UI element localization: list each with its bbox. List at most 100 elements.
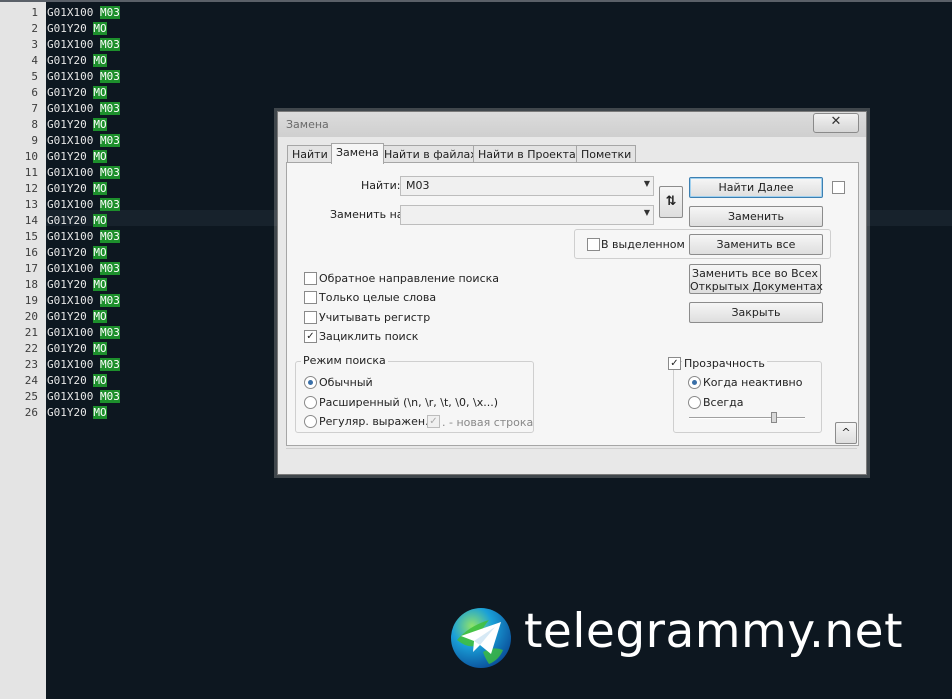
code-text: G01Y20 — [47, 54, 94, 67]
code-line[interactable]: G01X100 M03 — [47, 357, 120, 373]
code-text: G01X100 — [47, 326, 100, 339]
code-line[interactable]: G01Y20 MO — [47, 181, 107, 197]
replace-button[interactable]: Заменить — [689, 206, 823, 227]
line-number: 11 — [24, 166, 38, 179]
whole-words-checkbox[interactable] — [304, 291, 317, 304]
wrap-around-checkbox[interactable]: ✓ — [304, 330, 317, 343]
code-line[interactable]: G01X100 M03 — [47, 293, 120, 309]
replace-all-open-docs-line2: Открытых Документах — [690, 280, 823, 293]
replace-input[interactable]: ▼ — [400, 205, 654, 225]
find-next-extra-checkbox[interactable] — [832, 181, 845, 194]
replace-label: Заменить на: — [330, 208, 408, 221]
wrap-around-label: Зациклить поиск — [319, 330, 419, 343]
code-text: G01Y20 — [47, 342, 94, 355]
code-text: G01X100 — [47, 6, 100, 19]
code-line[interactable]: G01Y20 MO — [47, 309, 107, 325]
line-number: 16 — [24, 246, 38, 259]
code-line[interactable]: G01X100 M03 — [47, 69, 120, 85]
search-mode-extended-label: Расширенный (\n, \r, \t, \0, \x...) — [319, 396, 498, 409]
search-match-highlight: MO — [93, 22, 107, 35]
code-text: G01X100 — [47, 166, 100, 179]
code-line[interactable]: G01X100 M03 — [47, 261, 120, 277]
tab-find-in-projects[interactable]: Найти в Проектах — [473, 145, 588, 163]
code-text: G01Y20 — [47, 310, 94, 323]
line-number: 24 — [24, 374, 38, 387]
find-input[interactable]: M03 ▼ — [400, 176, 654, 196]
code-line[interactable]: G01Y20 MO — [47, 117, 107, 133]
newline-checkbox[interactable]: ✓ — [427, 415, 440, 428]
code-line[interactable]: G01Y20 MO — [47, 85, 107, 101]
code-line[interactable]: G01Y20 MO — [47, 245, 107, 261]
line-number: 15 — [24, 230, 38, 243]
code-line[interactable]: G01Y20 MO — [47, 373, 107, 389]
search-match-highlight: MO — [93, 182, 107, 195]
chevron-down-icon[interactable]: ▼ — [644, 208, 650, 217]
code-line[interactable]: G01X100 M03 — [47, 101, 120, 117]
close-button[interactable]: ✕ — [813, 113, 859, 133]
swap-button[interactable]: ⇅ — [659, 186, 683, 218]
code-text: G01X100 — [47, 230, 100, 243]
code-line[interactable]: G01Y20 MO — [47, 21, 107, 37]
transparency-always-radio[interactable] — [688, 396, 701, 409]
close-dialog-button[interactable]: Закрыть — [689, 302, 823, 323]
code-text: G01Y20 — [47, 278, 94, 291]
code-text: G01Y20 — [47, 182, 94, 195]
replace-all-button[interactable]: Заменить все — [689, 234, 823, 255]
line-number: 10 — [24, 150, 38, 163]
code-line[interactable]: G01X100 M03 — [47, 133, 120, 149]
code-text: G01Y20 — [47, 86, 94, 99]
code-line[interactable]: G01X100 M03 — [47, 197, 120, 213]
code-line[interactable]: G01X100 M03 — [47, 5, 120, 21]
tab-marks[interactable]: Пометки — [576, 145, 637, 163]
code-text: G01X100 — [47, 390, 100, 403]
code-line[interactable]: G01X100 M03 — [47, 325, 120, 341]
tab-find-in-files[interactable]: Найти в файлах — [379, 145, 482, 163]
code-line[interactable]: G01Y20 MO — [47, 149, 107, 165]
line-number: 20 — [24, 310, 38, 323]
search-match-highlight: M03 — [99, 166, 120, 179]
search-match-highlight: MO — [93, 118, 107, 131]
line-number: 21 — [24, 326, 38, 339]
whole-words-label: Только целые слова — [319, 291, 437, 304]
line-number: 2 — [31, 22, 38, 35]
search-match-highlight: M03 — [99, 294, 120, 307]
match-case-checkbox[interactable] — [304, 311, 317, 324]
code-line[interactable]: G01X100 M03 — [47, 389, 120, 405]
line-number: 9 — [31, 134, 38, 147]
search-mode-regex-radio[interactable] — [304, 415, 317, 428]
transparency-slider-track[interactable] — [689, 417, 805, 419]
find-next-button[interactable]: Найти Далее — [689, 177, 823, 198]
code-line[interactable]: G01Y20 MO — [47, 213, 107, 229]
code-text: G01X100 — [47, 38, 100, 51]
code-line[interactable]: G01Y20 MO — [47, 53, 107, 69]
reverse-direction-checkbox[interactable] — [304, 272, 317, 285]
tab-find[interactable]: Найти — [287, 145, 333, 163]
transparency-label: Прозрачность — [682, 357, 767, 370]
code-line[interactable]: G01Y20 MO — [47, 277, 107, 293]
line-number: 12 — [24, 182, 38, 195]
dialog-titlebar[interactable]: Замена ✕ — [278, 112, 866, 137]
search-match-highlight: MO — [93, 214, 107, 227]
transparency-checkbox[interactable]: ✓ — [668, 357, 681, 370]
code-line[interactable]: G01Y20 MO — [47, 341, 107, 357]
search-match-highlight: M03 — [99, 134, 120, 147]
code-line[interactable]: G01X100 M03 — [47, 165, 120, 181]
code-text: G01Y20 — [47, 118, 94, 131]
in-selection-checkbox[interactable] — [587, 238, 600, 251]
transparency-slider-thumb[interactable] — [771, 412, 777, 423]
transparency-on-inactive-radio[interactable] — [688, 376, 701, 389]
telegram-globe-icon — [451, 608, 511, 668]
code-text: G01X100 — [47, 262, 100, 275]
replace-all-open-docs-button[interactable]: Заменить все во Всех Открытых Документах — [689, 264, 823, 294]
tab-replace[interactable]: Замена — [331, 143, 384, 164]
search-match-highlight: M03 — [99, 198, 120, 211]
line-number: 8 — [31, 118, 38, 131]
collapse-button[interactable]: ^ — [835, 422, 857, 444]
code-line[interactable]: G01X100 M03 — [47, 229, 120, 245]
search-mode-normal-radio[interactable] — [304, 376, 317, 389]
search-mode-extended-radio[interactable] — [304, 396, 317, 409]
chevron-down-icon[interactable]: ▼ — [644, 179, 650, 188]
code-line[interactable]: G01Y20 MO — [47, 405, 107, 421]
code-line[interactable]: G01X100 M03 — [47, 37, 120, 53]
line-number: 14 — [24, 214, 38, 227]
